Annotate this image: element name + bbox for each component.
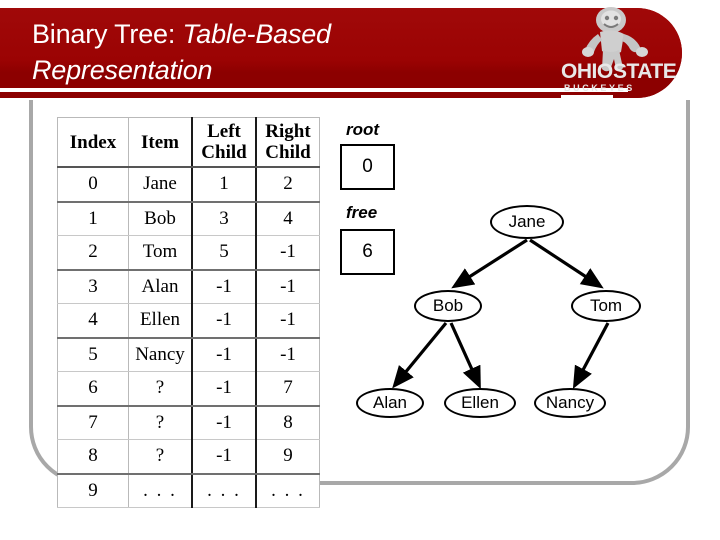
cell-right: -1 [255,337,320,372]
col-header-index: Index [57,117,129,168]
ohio-state-buckeyes-logo: OHIO STATE BUCKEYES [556,4,682,100]
cell-item: ? [128,371,193,407]
table-row: 6? -1 7 [57,371,320,407]
table-row: 3 Alan -1 -1 [57,269,320,304]
tree-node-bob[interactable]: Bob [414,290,482,322]
cell-right: -1 [255,235,320,271]
cell-left: -1 [191,439,257,475]
cell-left: . . . [191,473,257,508]
cell-item: . . . [128,473,193,508]
binary-tree-table: Index Item Left Child Right Child 0 Jane 1 2 … [57,117,320,508]
col-header-right-child: Right Child [255,117,320,168]
cell-index: 1 [57,201,129,236]
cell-right: . . . [255,473,320,508]
table-row: 8? -1 9 [57,439,320,475]
cell-index: 5 [57,337,129,372]
cell-index: 0 [57,166,129,203]
cell-index: 6 [57,371,129,407]
table-row: 5 Nancy -1 -1 [57,337,320,372]
cell-index: 9 [57,473,129,508]
cell-item: Alan [128,269,193,304]
table-row: 0 Jane 1 2 [57,166,320,203]
table-row: 7? -1 8 [57,405,320,440]
svg-text:STATE: STATE [613,60,677,83]
tree-node-ellen[interactable]: Ellen [444,388,516,418]
cell-index: 4 [57,303,129,339]
tree-node-jane[interactable]: Jane [490,205,564,239]
cell-item: Tom [128,235,193,271]
cell-index: 2 [57,235,129,271]
root-pointer-label: root [346,120,380,139]
cell-item: Bob [128,201,193,236]
col-header-item: Item [128,117,193,168]
cell-index: 3 [57,269,129,304]
cell-left: -1 [191,371,257,407]
cell-right: -1 [255,303,320,339]
tree-node-tom[interactable]: Tom [571,290,641,322]
banner-underline-rule [0,88,628,92]
ohio-state-wordmark-icon: OHIO STATE BUCKEYES [561,60,677,93]
cell-left: 5 [191,235,257,271]
table-row: 2 Tom 5 -1 [57,235,320,271]
cell-right: 7 [255,371,320,407]
cell-right: 9 [255,439,320,475]
tree-node-nancy[interactable]: Nancy [534,388,606,418]
cell-index: 7 [57,405,129,440]
table-row: 9. . .. . .. . . [57,473,320,508]
title-emphasis-1: Table-Based [182,19,331,49]
cell-left: -1 [191,303,257,339]
cell-left: 1 [191,166,257,203]
slide-canvas: Binary Tree: Table-Based Representation … [0,0,720,540]
root-pointer-value: 0 [340,144,395,190]
svg-text:OHIO: OHIO [561,60,613,83]
cell-item: ? [128,439,193,475]
cell-right: 4 [255,201,320,236]
cell-left: 3 [191,201,257,236]
cell-item: Jane [128,166,193,203]
tree-node-alan[interactable]: Alan [356,388,424,418]
cell-item: Ellen [128,303,193,339]
cell-index: 8 [57,439,129,475]
cell-left: -1 [191,269,257,304]
col-header-left-child: Left Child [191,117,257,168]
cell-right: 8 [255,405,320,440]
svg-text:BUCKEYES: BUCKEYES [564,83,635,93]
free-pointer-label: free [346,203,378,222]
cell-item: ? [128,405,193,440]
logo-rule [561,95,613,98]
table-header-row: Index Item Left Child Right Child [57,117,320,168]
free-pointer-value: 6 [340,229,395,275]
cell-left: -1 [191,337,257,372]
cell-left: -1 [191,405,257,440]
table-row: 1 Bob 3 4 [57,201,320,236]
title-emphasis-2: Representation [32,55,213,85]
title-prefix: Binary Tree: [32,19,183,49]
cell-item: Nancy [128,337,193,372]
page-title: Binary Tree: Table-Based Representation [32,16,552,88]
table-row: 4 Ellen -1 -1 [57,303,320,339]
cell-right: -1 [255,269,320,304]
cell-right: 2 [255,166,320,203]
